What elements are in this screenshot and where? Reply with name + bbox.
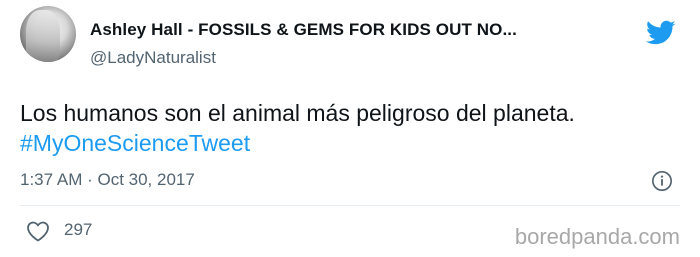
info-icon[interactable] (651, 170, 673, 192)
avatar[interactable] (20, 6, 76, 62)
tweet-body: Los humanos son el animal más peligroso … (20, 100, 575, 126)
tweet-timestamp[interactable]: 1:37 AM · Oct 30, 2017 (20, 170, 195, 190)
divider (20, 205, 680, 206)
user-handle[interactable]: @LadyNaturalist (90, 48, 216, 68)
heart-icon[interactable] (26, 220, 50, 242)
twitter-bird-icon[interactable] (646, 20, 676, 46)
display-name[interactable]: Ashley Hall - FOSSILS & GEMS FOR KIDS OU… (90, 20, 517, 40)
watermark: boredpanda.com (514, 224, 680, 249)
tweet-text: Los humanos son el animal más peligroso … (20, 98, 575, 158)
like-count: 297 (64, 220, 93, 239)
hashtag-link[interactable]: #MyOneScienceTweet (20, 128, 575, 158)
